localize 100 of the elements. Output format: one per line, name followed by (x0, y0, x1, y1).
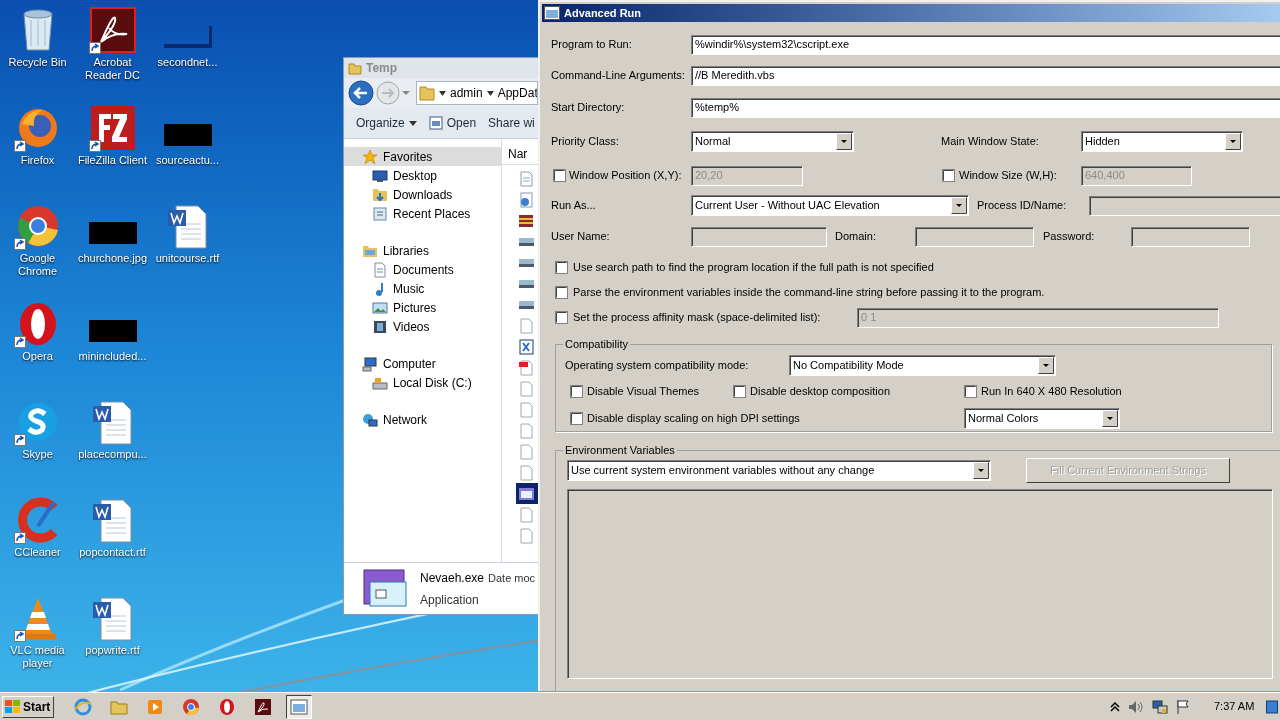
checkbox-label: Disable display scaling on high DPI settings (587, 410, 800, 426)
field-label: Main Window State: (941, 134, 1040, 150)
group-title: Compatibility (564, 337, 629, 352)
clock: 7:37 AM (1214, 699, 1256, 715)
network-icon (1152, 698, 1168, 715)
dropdown[interactable]: Use current system environment variables without any change (567, 460, 991, 481)
show-desktop-icon (1266, 699, 1278, 714)
desktop-icon-label[interactable]: Acrobat Reader DC (75, 56, 150, 82)
checkbox[interactable] (570, 411, 583, 425)
checkbox[interactable] (964, 385, 977, 398)
nav-item[interactable]: Downloads (344, 185, 501, 204)
documents-icon (372, 261, 388, 278)
file-icon (518, 359, 534, 376)
file-icon (518, 464, 534, 481)
breadcrumb-item[interactable]: AppDat (497, 84, 537, 102)
windows-logo-icon (5, 699, 21, 714)
desktop-icon-label[interactable]: sourceactu... (150, 154, 225, 167)
nav-item[interactable]: Local Disk (C:) (344, 373, 501, 392)
caret-icon (951, 197, 967, 214)
field-label: User Name: (551, 229, 611, 245)
redaction-block (163, 26, 212, 48)
desktop-icon-label[interactable]: Recycle Bin (0, 56, 75, 69)
dropdown[interactable]: Normal Colors (964, 407, 1120, 429)
input-field[interactable] (691, 226, 827, 247)
shortcut-arrow-icon (13, 238, 26, 250)
field-label: Window Size (W,H): (959, 168, 1058, 184)
file-icon (518, 380, 534, 397)
folder-icon (348, 61, 362, 75)
application-icon (362, 567, 410, 610)
breadcrumb-item[interactable]: admin (450, 84, 483, 102)
checkbox[interactable] (733, 385, 746, 398)
input-field[interactable] (1131, 226, 1250, 247)
field-label: Process ID/Name: (977, 198, 1068, 214)
shortcut-arrow-icon (13, 532, 26, 544)
file-icon (518, 212, 534, 229)
window-title: Temp (366, 60, 398, 77)
network-icon (362, 411, 378, 428)
caret-icon (1038, 356, 1054, 374)
shortcut-arrow-icon (13, 336, 26, 348)
desktop-icon-label[interactable]: churchone.jpg (75, 252, 150, 265)
input-field[interactable] (915, 226, 1034, 247)
nav-item[interactable]: Network (344, 410, 501, 429)
input-field[interactable]: %windir%\system32\cscript.exe (691, 34, 1280, 55)
checkbox[interactable] (570, 385, 583, 398)
dropdown[interactable]: Hidden (1081, 131, 1243, 152)
field-label: Password: (1043, 229, 1096, 245)
toolbar-button[interactable]: Organize (356, 114, 417, 132)
acrobat-icon (254, 697, 272, 716)
dropdown[interactable]: Normal (691, 131, 854, 152)
shortcut-arrow-icon (13, 140, 26, 152)
nav-item[interactable]: Pictures (344, 298, 501, 317)
nav-item[interactable]: Videos (344, 317, 501, 336)
file-icon (518, 443, 534, 460)
desktop-icon-label[interactable]: Google Chrome (0, 252, 75, 278)
dropdown[interactable]: No Compatibility Mode (789, 354, 1056, 376)
start-button[interactable]: Start (2, 695, 54, 718)
field-label: Window Position (X,Y): (569, 168, 683, 184)
nav-item[interactable]: Desktop (344, 166, 501, 185)
input-field[interactable]: %temp% (691, 97, 1280, 118)
nav-item[interactable]: Libraries (344, 241, 501, 260)
nav-item[interactable]: Recent Places (344, 204, 501, 223)
toolbar-button[interactable]: Share wi (488, 114, 535, 132)
nav-item[interactable]: Favorites (344, 147, 501, 166)
checkbox-label: Disable desktop composition (750, 384, 891, 400)
checkbox-label: Use search path to find the program location if the full path is not specified (573, 259, 934, 275)
nav-item[interactable]: Music (344, 279, 501, 298)
field-label: Run As... (551, 198, 597, 214)
folder-icon (419, 85, 435, 101)
field-label: Priority Class: (551, 134, 620, 150)
chrome-icon (182, 697, 200, 716)
nav-item[interactable]: Documents (344, 260, 501, 279)
file-icon (518, 191, 534, 208)
filezilla-icon (88, 104, 137, 152)
dropdown[interactable]: Current User - Without UAC Elevation (691, 195, 969, 216)
redaction-block (88, 222, 137, 244)
address-bar[interactable]: admin AppDat (416, 81, 538, 105)
file-icon (518, 527, 534, 544)
computer-icon (362, 355, 378, 372)
file-icon (518, 422, 534, 439)
back-button-icon (348, 80, 374, 106)
file-icon (518, 317, 534, 334)
toolbar-button[interactable]: Open (428, 114, 477, 132)
field-label: Operating system compatibility mode: (565, 357, 750, 373)
taskbar-button[interactable] (286, 694, 312, 719)
desktop-icon-label[interactable]: FileZilla Client (75, 154, 150, 167)
caret-icon (1102, 409, 1118, 427)
input-field[interactable] (1089, 195, 1280, 216)
desktop-icon-label[interactable]: Opera (0, 350, 75, 363)
desktop-icon-label[interactable]: Firefox (0, 154, 75, 167)
desktop-icon-label[interactable]: minincluded... (75, 350, 150, 363)
checkbox[interactable] (555, 285, 568, 299)
input-field[interactable]: //B Meredith.vbs (691, 65, 1280, 86)
desktop-icon-label[interactable]: secondnet... (150, 56, 225, 69)
desktop-icon-label[interactable]: unitcourse.rtf (150, 252, 225, 265)
shortcut-arrow-icon (88, 140, 101, 152)
desktop-icon (372, 167, 388, 184)
nav-item[interactable]: Computer (344, 354, 501, 373)
advrun-icon (290, 697, 308, 716)
redaction-block (88, 320, 137, 342)
checkbox[interactable] (555, 260, 568, 274)
